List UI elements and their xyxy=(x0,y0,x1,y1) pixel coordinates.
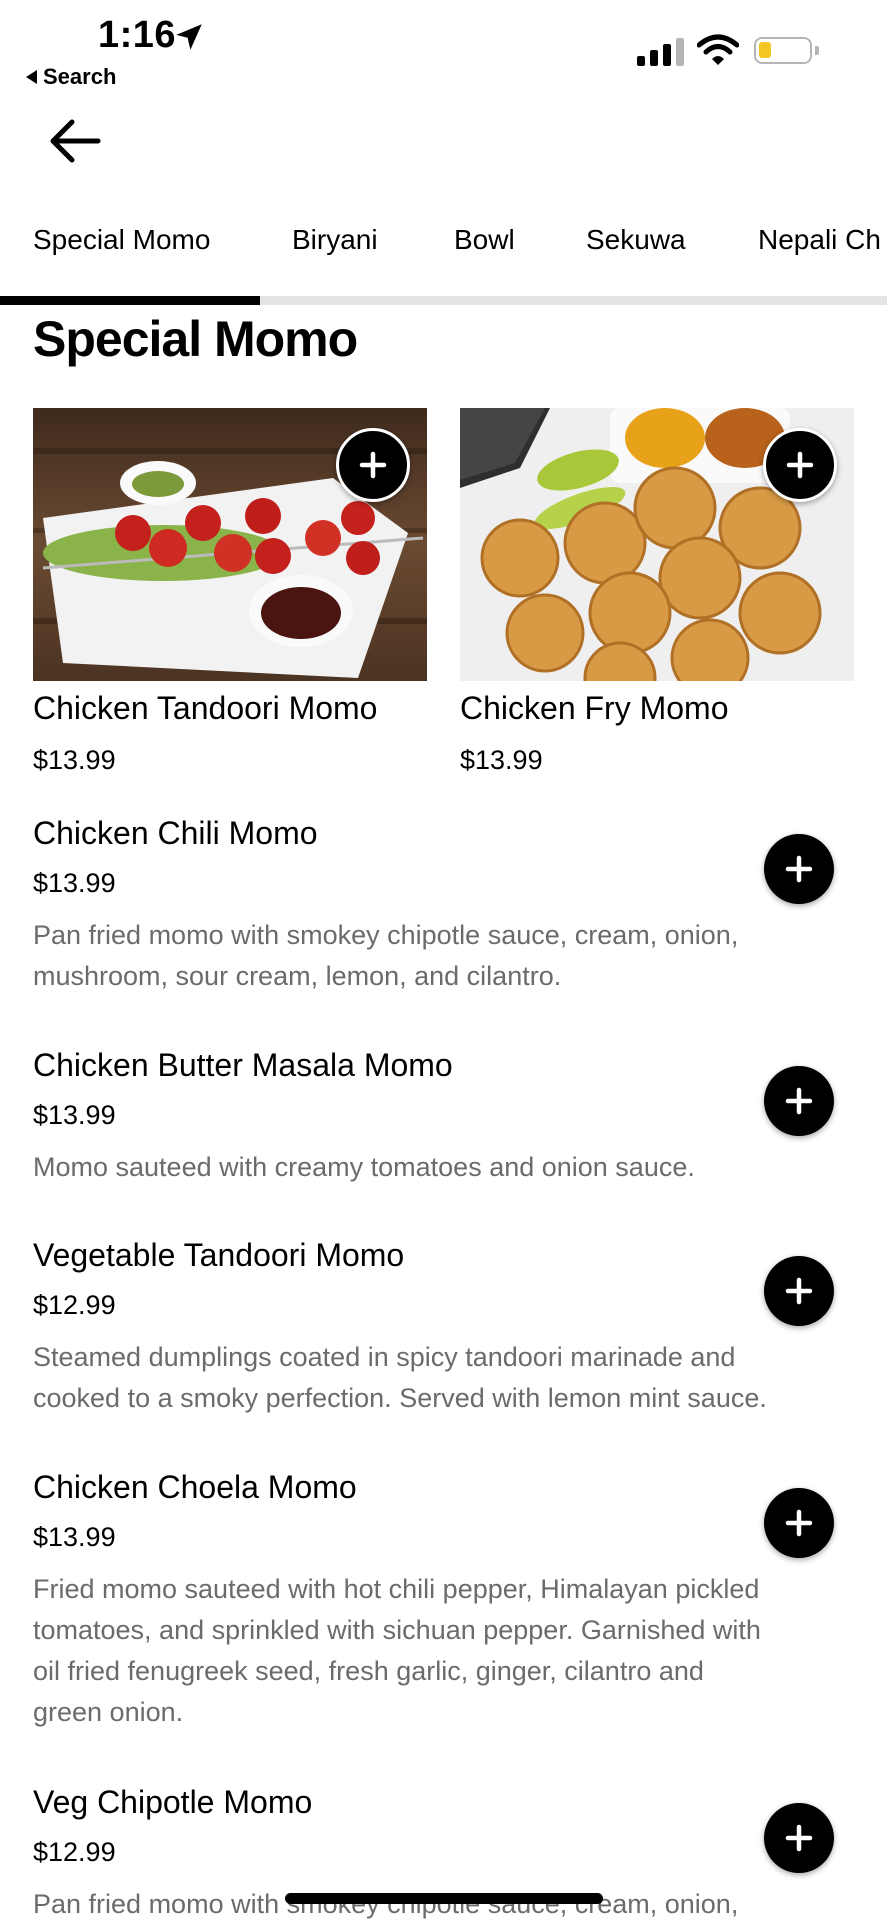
add-chicken-chili-momo-button[interactable] xyxy=(764,834,834,904)
wifi-icon xyxy=(697,34,739,65)
back-triangle-icon xyxy=(26,70,37,84)
back-to-search-label: Search xyxy=(43,64,117,89)
plus-icon xyxy=(785,1509,813,1537)
home-indicator[interactable] xyxy=(285,1893,603,1904)
tab-nepali[interactable]: Nepali Ch xyxy=(758,224,881,256)
tab-bowl[interactable]: Bowl xyxy=(454,224,515,256)
tab-active-indicator xyxy=(0,296,260,305)
featured-item-price: $13.99 xyxy=(33,745,116,775)
menu-item-name[interactable]: Chicken Butter Masala Momo xyxy=(33,1047,453,1084)
menu-item-description: Momo sauteed with creamy tomatoes and on… xyxy=(33,1152,695,1182)
plus-icon xyxy=(786,451,814,479)
featured-item-name[interactable]: Chicken Fry Momo xyxy=(460,690,729,727)
menu-item-price: $13.99 xyxy=(33,1522,116,1552)
add-chicken-butter-masala-momo-button[interactable] xyxy=(764,1066,834,1136)
back-to-search-link[interactable]: Search xyxy=(26,64,116,90)
menu-item-price: $13.99 xyxy=(33,868,116,898)
featured-item-price: $13.99 xyxy=(460,745,543,775)
menu-item-description: Pan fried momo with smokey chipotle sauc… xyxy=(33,920,739,991)
add-chicken-fry-momo-button[interactable] xyxy=(763,428,837,502)
status-time: 1:16 xyxy=(98,14,177,56)
plus-icon xyxy=(785,855,813,883)
menu-item-description: Steamed dumplings coated in spicy tandoo… xyxy=(33,1342,767,1413)
featured-item-name[interactable]: Chicken Tandoori Momo xyxy=(33,690,377,727)
plus-icon xyxy=(785,1087,813,1115)
location-arrow-icon xyxy=(176,24,202,50)
menu-item-name[interactable]: Vegetable Tandoori Momo xyxy=(33,1237,404,1274)
back-arrow-icon[interactable] xyxy=(48,118,102,164)
add-chicken-choela-momo-button[interactable] xyxy=(764,1488,834,1558)
menu-item-name[interactable]: Chicken Chili Momo xyxy=(33,815,318,852)
tab-biryani[interactable]: Biryani xyxy=(292,224,378,256)
tab-special-momo[interactable]: Special Momo xyxy=(33,224,210,256)
menu-item-price: $12.99 xyxy=(33,1290,116,1320)
menu-item-name[interactable]: Chicken Choela Momo xyxy=(33,1469,357,1506)
plus-icon xyxy=(785,1824,813,1852)
menu-item-description: Fried momo sauteed with hot chili pepper… xyxy=(33,1574,761,1727)
menu-item-price: $13.99 xyxy=(33,1100,116,1130)
tab-sekuwa[interactable]: Sekuwa xyxy=(586,224,686,256)
add-chicken-tandoori-momo-button[interactable] xyxy=(336,428,410,502)
plus-icon xyxy=(785,1277,813,1305)
category-tabs: Special Momo Biryani Bowl Sekuwa Nepali … xyxy=(0,216,887,272)
add-veg-chipotle-momo-button[interactable] xyxy=(764,1803,834,1873)
add-vegetable-tandoori-momo-button[interactable] xyxy=(764,1256,834,1326)
section-title: Special Momo xyxy=(33,311,358,367)
menu-item-price: $12.99 xyxy=(33,1837,116,1867)
plus-icon xyxy=(359,451,387,479)
menu-item-name[interactable]: Veg Chipotle Momo xyxy=(33,1784,312,1821)
battery-icon xyxy=(754,37,819,64)
signal-icon xyxy=(637,38,684,66)
